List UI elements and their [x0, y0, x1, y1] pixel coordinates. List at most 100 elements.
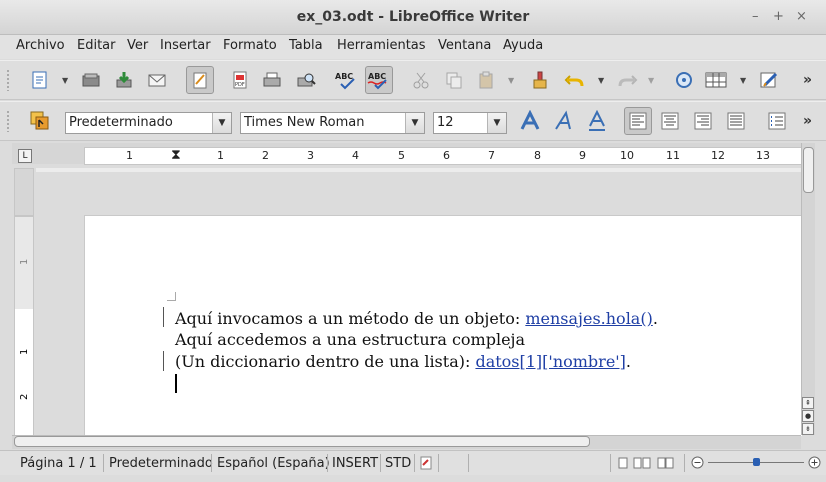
zoom-in-icon[interactable] [808, 456, 821, 473]
indent-marker-icon[interactable]: ⧗ [171, 147, 181, 163]
align-left-icon[interactable] [624, 107, 652, 135]
paragraph-line-1[interactable]: Aquí invocamos a un método de un objeto:… [175, 309, 658, 328]
numbering-icon[interactable] [765, 109, 789, 133]
zoom-slider-thumb[interactable] [753, 458, 760, 466]
ruler-num: 3 [307, 149, 314, 162]
spellcheck-icon[interactable]: ABC [334, 68, 358, 92]
previous-page-icon[interactable]: ⇞ [802, 397, 814, 409]
new-dropdown-icon[interactable]: ▼ [62, 76, 68, 85]
horizontal-scroll-thumb[interactable] [14, 436, 590, 447]
copy-icon[interactable] [442, 68, 466, 92]
toolbar2-grip[interactable] [6, 110, 10, 132]
justify-icon[interactable] [724, 109, 748, 133]
paragraph-style-dropdown-icon[interactable]: ▼ [212, 113, 231, 133]
ruler-num: 8 [534, 149, 541, 162]
minimize-button[interactable]: – [752, 9, 759, 24]
menu-ayuda[interactable]: Ayuda [503, 38, 543, 53]
underline-icon[interactable] [585, 109, 609, 133]
new-document-icon[interactable] [28, 68, 52, 92]
draw-functions-icon[interactable] [757, 68, 781, 92]
language[interactable]: Español (España) [217, 456, 330, 471]
divider [103, 454, 104, 472]
ruler-num: 11 [666, 149, 680, 162]
vertical-ruler[interactable]: 1 1 2 [14, 216, 34, 436]
next-page-icon[interactable]: ⇟ [802, 423, 814, 435]
ruler-num: 9 [579, 149, 586, 162]
spellcheck-label: ABC [335, 72, 353, 81]
line3-text: (Un diccionario dentro de una lista): [175, 352, 476, 371]
font-name-dropdown-icon[interactable]: ▼ [405, 113, 424, 133]
menu-ver[interactable]: Ver [127, 38, 148, 53]
cut-icon[interactable] [409, 68, 433, 92]
save-icon[interactable] [112, 68, 136, 92]
align-right-icon[interactable] [691, 109, 715, 133]
text-cursor [175, 374, 177, 393]
bold-icon[interactable] [518, 109, 542, 133]
paragraph-style-combo[interactable]: Predeterminado ▼ [65, 112, 232, 134]
print-preview-icon[interactable] [294, 68, 318, 92]
tab-type-selector[interactable]: L [18, 149, 32, 163]
page-count[interactable]: Página 1 / 1 [20, 456, 97, 471]
export-pdf-icon[interactable]: PDF [228, 68, 252, 92]
toolbar2-more-icon[interactable]: » [803, 113, 812, 129]
line1-end: . [652, 309, 658, 328]
redo-icon[interactable] [616, 68, 640, 92]
font-size-value: 12 [437, 115, 454, 130]
multi-page-view-icon[interactable] [633, 457, 651, 473]
email-icon[interactable] [145, 68, 169, 92]
single-page-view-icon[interactable] [617, 457, 629, 473]
divider [414, 454, 415, 472]
paragraph-line-2[interactable]: Aquí accedemos a una estructura compleja [175, 330, 525, 349]
maximize-button[interactable]: + [773, 9, 784, 24]
ruler-num: 5 [398, 149, 405, 162]
line1-link[interactable]: mensajes.hola() [525, 309, 653, 328]
menu-archivo[interactable]: Archivo [16, 38, 65, 53]
italic-icon[interactable] [552, 109, 576, 133]
font-name-combo[interactable]: Times New Roman ▼ [240, 112, 425, 134]
table-dropdown-icon[interactable]: ▼ [740, 76, 746, 85]
navigator-icon[interactable] [672, 68, 696, 92]
toolbar1-more-icon[interactable]: » [803, 72, 812, 88]
font-size-combo[interactable]: 12 ▼ [433, 112, 507, 134]
table-icon[interactable] [704, 68, 728, 92]
paste-dropdown-icon[interactable]: ▼ [508, 76, 514, 85]
menu-insertar[interactable]: Insertar [160, 38, 211, 53]
horizontal-ruler[interactable]: 1 ⧗ 1 2 3 4 5 6 7 8 9 10 11 12 13 [84, 147, 802, 165]
menu-formato[interactable]: Formato [223, 38, 277, 53]
toolbar-grip[interactable] [6, 69, 10, 91]
clone-formatting-icon[interactable] [528, 68, 552, 92]
vertical-scroll-thumb[interactable] [803, 147, 814, 193]
divider [438, 454, 439, 472]
styles-formatting-icon[interactable] [28, 109, 52, 133]
autospellcheck-icon[interactable]: ABC [365, 66, 393, 94]
insert-mode[interactable]: INSERT [332, 456, 378, 471]
menu-herramientas[interactable]: Herramientas [337, 38, 426, 53]
open-icon[interactable] [79, 68, 103, 92]
status-bar: Página 1 / 1 Predeterminado Español (Esp… [0, 450, 826, 475]
align-center-icon[interactable] [658, 109, 682, 133]
selection-mode[interactable]: STD [385, 456, 411, 471]
undo-icon[interactable] [562, 68, 586, 92]
menu-editar[interactable]: Editar [77, 38, 116, 53]
ruler-num: 12 [711, 149, 725, 162]
paragraph-line-3[interactable]: (Un diccionario dentro de una lista): da… [175, 352, 631, 371]
menu-ventana[interactable]: Ventana [438, 38, 491, 53]
close-button[interactable]: × [796, 9, 807, 24]
font-size-dropdown-icon[interactable]: ▼ [487, 113, 506, 133]
vertical-ruler-margin [14, 168, 34, 216]
edit-mode-icon[interactable] [186, 66, 214, 94]
divider [684, 454, 685, 472]
document-modified-icon[interactable] [420, 456, 432, 474]
change-marker [163, 351, 164, 371]
undo-dropdown-icon[interactable]: ▼ [598, 76, 604, 85]
line2-text: Aquí accedemos a una estructura compleja [175, 330, 526, 349]
paste-icon[interactable] [474, 68, 498, 92]
navigation-icon[interactable]: ● [802, 410, 814, 422]
page-style[interactable]: Predeterminado [109, 456, 213, 471]
zoom-out-icon[interactable] [691, 456, 704, 473]
line3-link[interactable]: datos[1]['nombre'] [475, 352, 625, 371]
print-icon[interactable] [260, 68, 284, 92]
menu-tabla[interactable]: Tabla [289, 38, 323, 53]
book-view-icon[interactable] [657, 457, 675, 473]
redo-dropdown-icon[interactable]: ▼ [648, 76, 654, 85]
